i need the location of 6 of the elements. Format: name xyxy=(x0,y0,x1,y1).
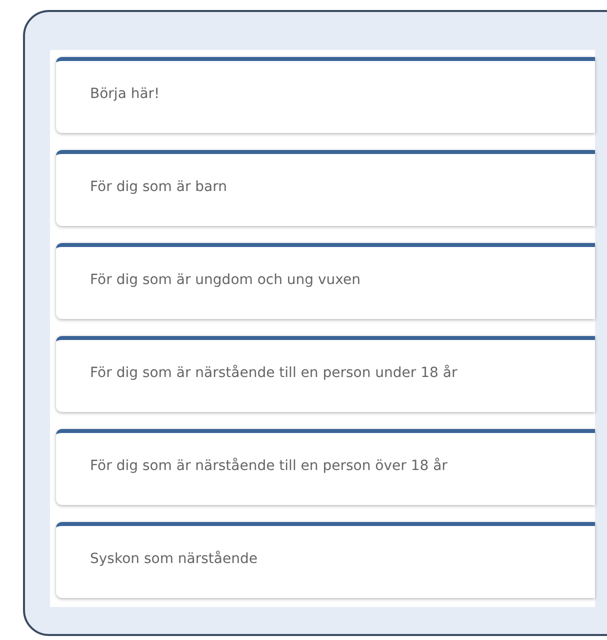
topic-card[interactable]: För dig som är ungdom och ung vuxen xyxy=(56,243,595,319)
topic-card[interactable]: För dig som är närstående till en person över 18 år xyxy=(56,429,595,505)
topic-card[interactable]: Börja här! xyxy=(56,57,595,133)
topic-card[interactable]: För dig som är närstående till en person under 18 år xyxy=(56,336,595,412)
topic-card[interactable]: För dig som är barn xyxy=(56,150,595,226)
topic-card[interactable]: Syskon som närstående xyxy=(56,522,595,598)
